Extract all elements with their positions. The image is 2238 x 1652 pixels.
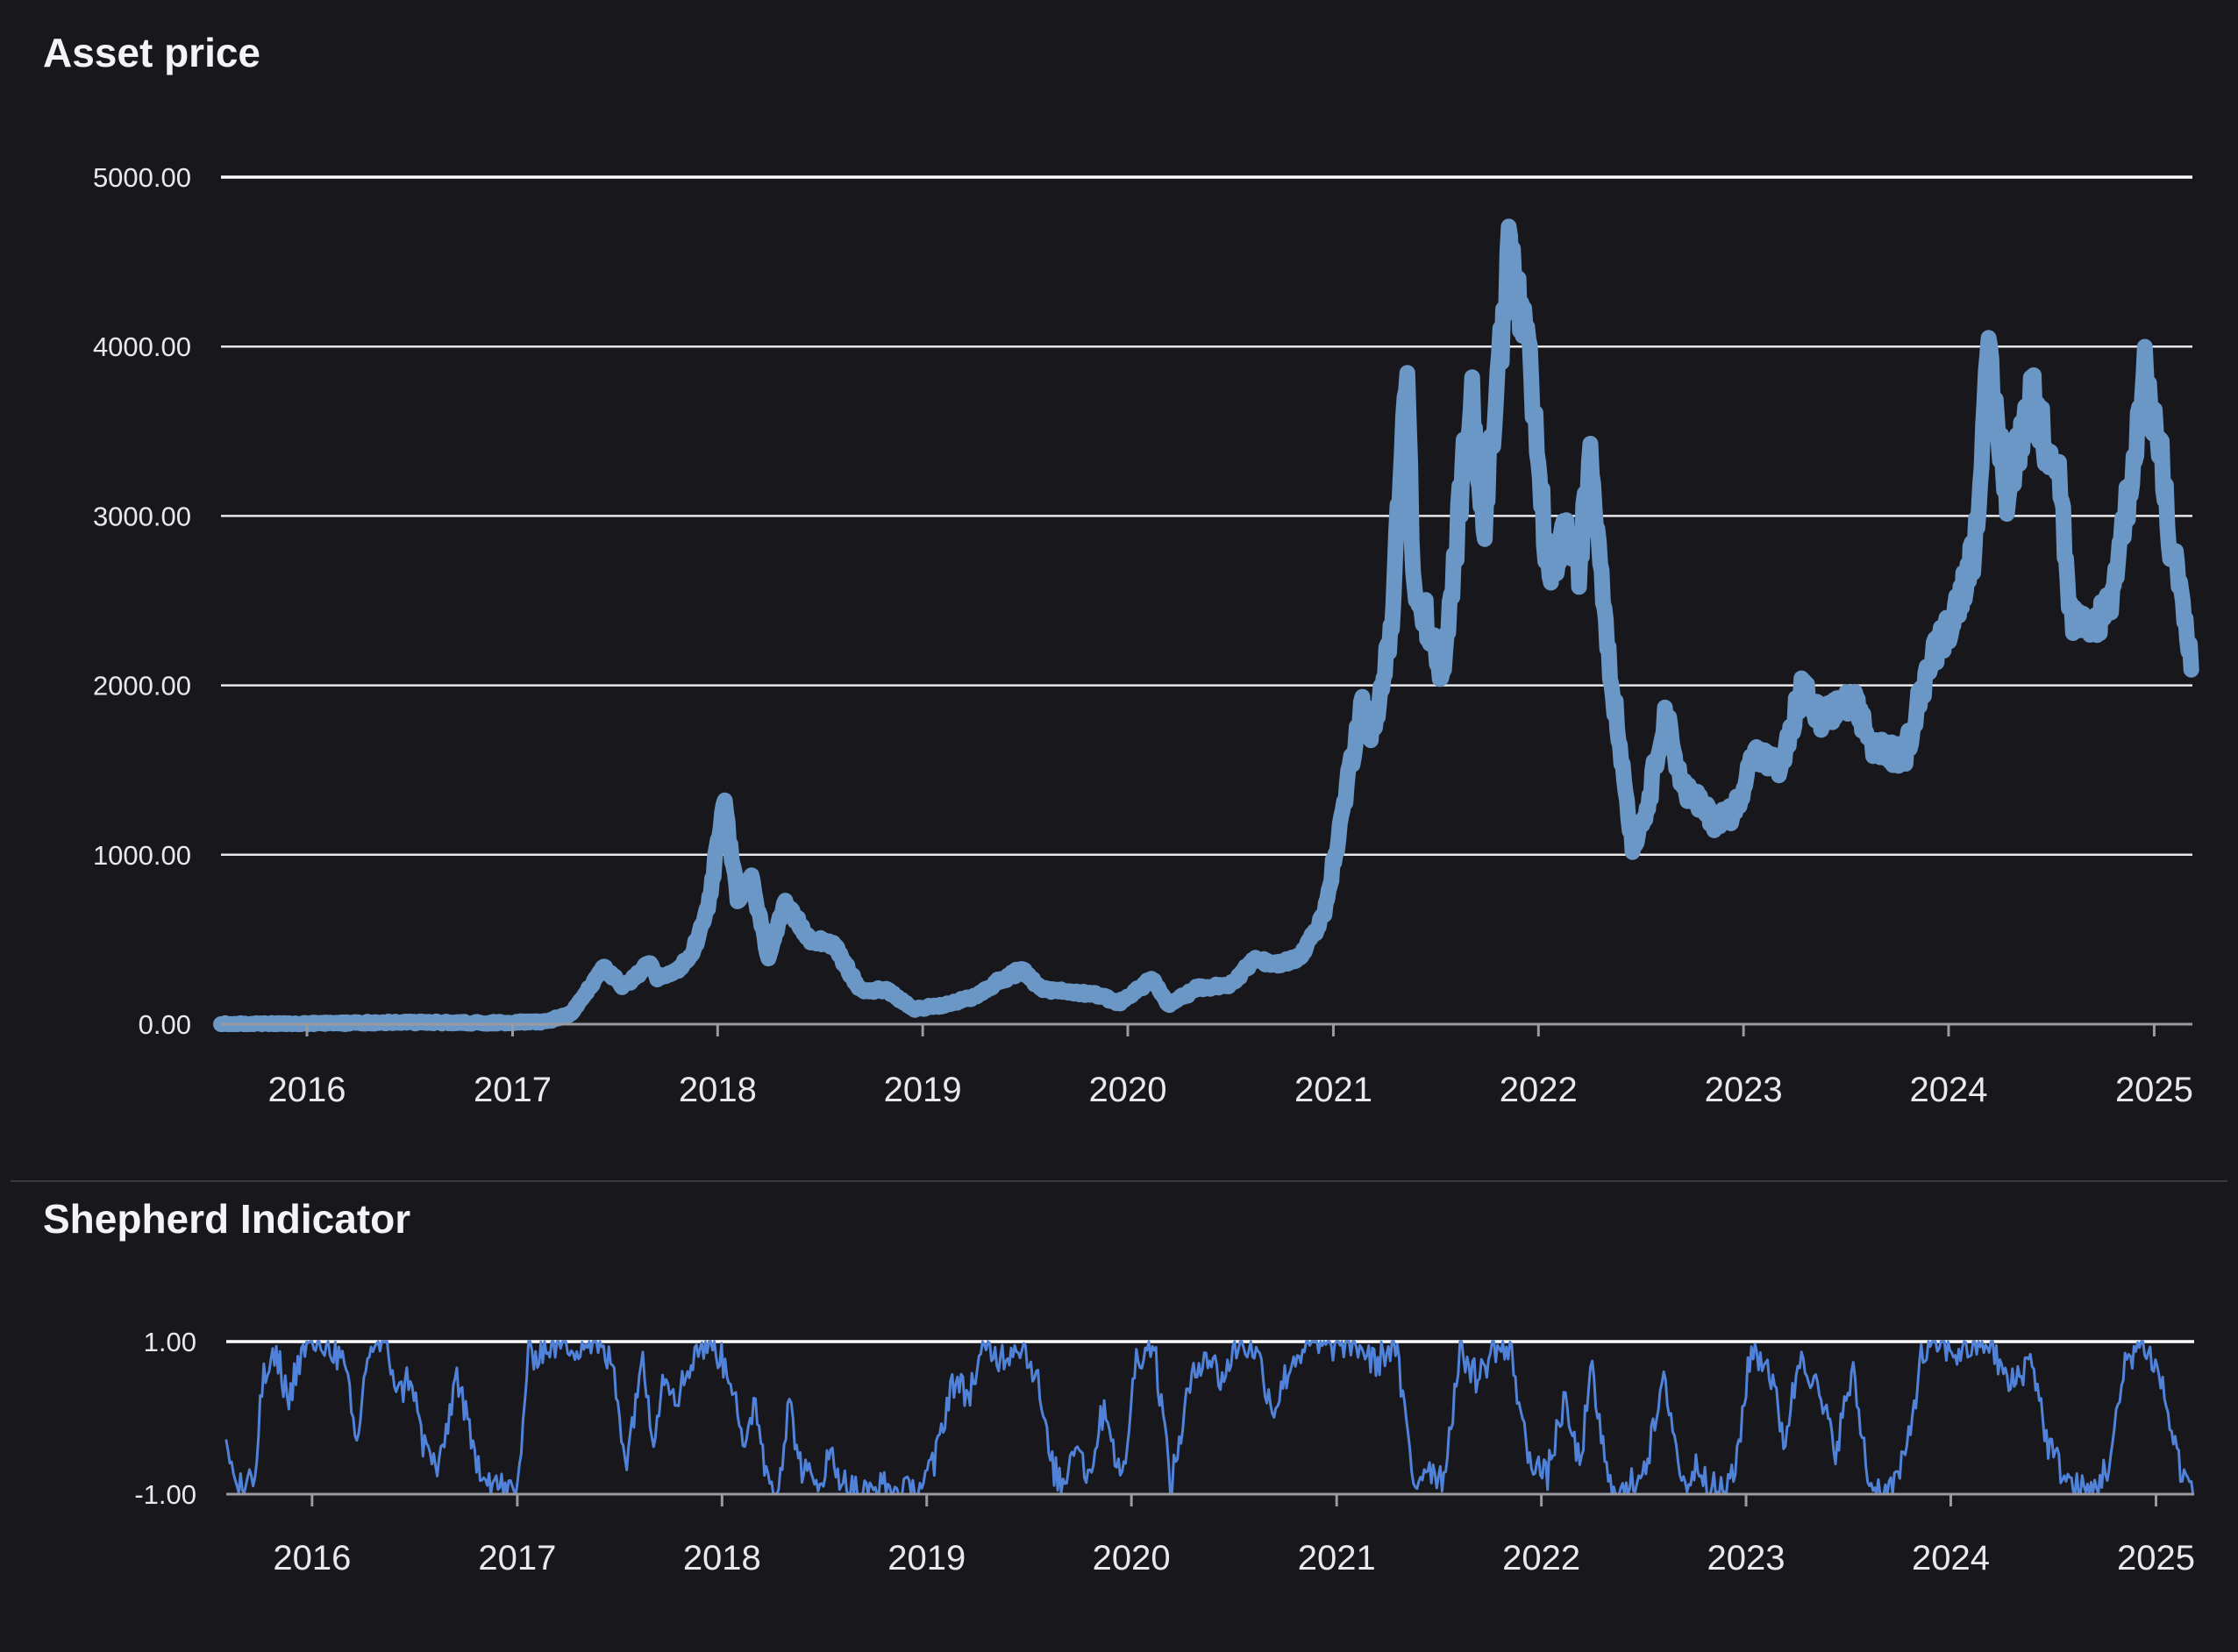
shepherd-indicator-x-tick-label: 2016 [273, 1539, 351, 1577]
asset-price-y-axis: 0.00 1000.00 2000.00 3000.00 4000.00 5000.00 [93, 162, 191, 1040]
asset-price-y-tick-label: 0.00 [139, 1009, 191, 1040]
asset-price-y-tick-label: 2000.00 [93, 671, 191, 701]
asset-price-x-tick-label: 2021 [1294, 1071, 1372, 1109]
asset-price-x-tick-label: 2018 [679, 1071, 757, 1109]
asset-price-x-tick-label: 2022 [1500, 1071, 1578, 1109]
asset-price-x-tick-label: 2016 [268, 1071, 346, 1109]
asset-price-y-tick-label: 3000.00 [93, 501, 191, 531]
shepherd-indicator-title: Shepherd Indicator [43, 1196, 410, 1242]
chart-dashboard: Asset price 0.00 1000.00 2000.00 3000.00 400… [0, 0, 2238, 1652]
asset-price-x-tick-label: 2023 [1705, 1071, 1783, 1109]
asset-price-title: Asset price [43, 30, 260, 75]
shepherd-indicator-y-axis: -1.00 1.00 [134, 1327, 196, 1510]
shepherd-indicator-x-tick-label: 2020 [1093, 1539, 1171, 1577]
shepherd-indicator-x-tick-label: 2019 [887, 1539, 966, 1577]
shepherd-indicator-x-tick-label: 2021 [1298, 1539, 1376, 1577]
asset-price-x-axis: 2016 2017 2018 2019 2020 2021 2022 2023 2024 2025 [268, 1024, 2193, 1109]
shepherd-indicator-y-tick-label: -1.00 [134, 1479, 196, 1510]
shepherd-indicator-x-tick-label: 2022 [1502, 1539, 1580, 1577]
shepherd-indicator-series [225, 1340, 2195, 1496]
asset-price-y-tick-label: 5000.00 [93, 162, 191, 193]
shepherd-indicator-x-tick-label: 2023 [1707, 1539, 1785, 1577]
shepherd-indicator-series-line-0 [225, 1340, 2195, 1496]
asset-price-y-tick-label: 4000.00 [93, 331, 191, 362]
shepherd-indicator-x-tick-label: 2018 [683, 1539, 761, 1577]
asset-price-x-tick-label: 2019 [884, 1071, 962, 1109]
asset-price-x-tick-label: 2017 [474, 1071, 552, 1109]
asset-price-y-tick-label: 1000.00 [93, 840, 191, 871]
shepherd-indicator-x-axis: 2016 2017 2018 2019 2020 2021 2022 2023 2024 2025 [273, 1494, 2195, 1577]
shepherd-indicator-panel: Shepherd Indicator -1.001.00 2016 2017 201… [43, 1196, 2195, 1577]
shepherd-indicator-y-tick-label: 1.00 [144, 1327, 196, 1357]
shepherd-indicator-x-tick-label: 2024 [1912, 1539, 1990, 1577]
asset-price-x-tick-label: 2025 [2115, 1071, 2193, 1109]
shepherd-indicator-x-tick-label: 2017 [478, 1539, 556, 1577]
asset-price-x-tick-label: 2020 [1088, 1071, 1166, 1109]
shepherd-indicator-x-tick-label: 2025 [2117, 1539, 2195, 1577]
charts-canvas: Asset price 0.00 1000.00 2000.00 3000.00 400… [11, 30, 2227, 1577]
asset-price-panel: Asset price 0.00 1000.00 2000.00 3000.00 400… [43, 30, 2199, 1109]
asset-price-x-tick-label: 2024 [1909, 1071, 1987, 1109]
